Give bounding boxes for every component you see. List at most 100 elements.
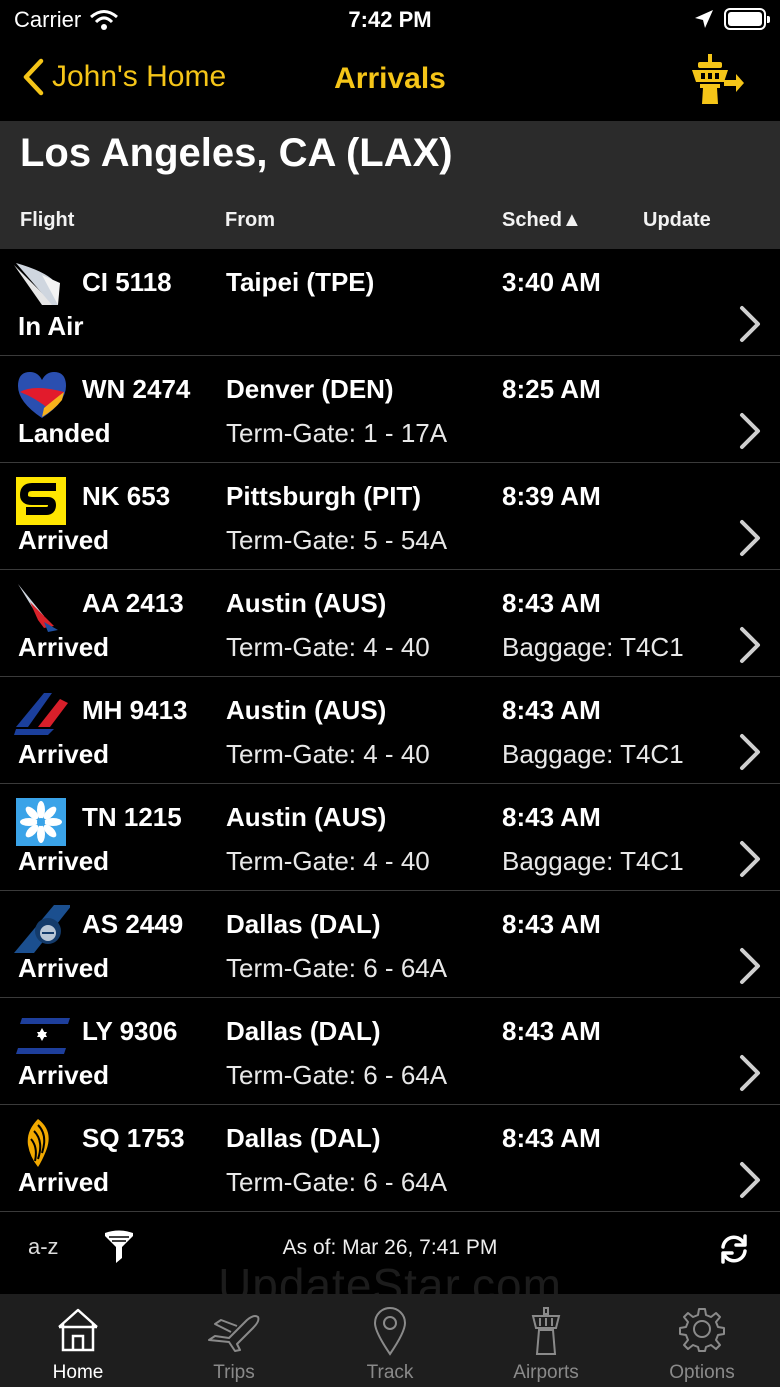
flight-list: CI 5118 In Air Taipei (TPE) 3:40 AM WN 2…: [0, 249, 780, 1212]
tab-bar: Home Trips Track Airports Options: [0, 1294, 780, 1387]
flight-row[interactable]: LY 9306 Arrived Dallas (DAL) Term-Gate: …: [0, 998, 780, 1105]
flight-row[interactable]: NK 653 Arrived Pittsburgh (PIT) Term-Gat…: [0, 463, 780, 570]
status-bar: Carrier 7:42 PM: [0, 0, 780, 40]
baggage-claim: Baggage: T4C1: [502, 846, 684, 876]
chevron-right-icon: [740, 948, 760, 984]
scheduled-time: 8:25 AM: [502, 374, 601, 404]
terminal-gate: Term-Gate: 6 - 64A: [226, 1060, 448, 1090]
american-airlines-logo-icon: [14, 582, 70, 634]
gear-icon: [679, 1308, 725, 1352]
flight-row[interactable]: WN 2474 Landed Denver (DEN) Term-Gate: 1…: [0, 356, 780, 463]
tab-trips[interactable]: Trips: [156, 1294, 312, 1387]
flight-status: Arrived: [18, 953, 110, 983]
flight-row[interactable]: SQ 1753 Arrived Dallas (DAL) Term-Gate: …: [0, 1105, 780, 1212]
flight-row[interactable]: CI 5118 In Air Taipei (TPE) 3:40 AM: [0, 249, 780, 356]
map-pin-icon: [373, 1307, 407, 1356]
tab-label: Home: [52, 1362, 104, 1383]
tower-arrivals-button[interactable]: [688, 52, 744, 111]
tab-label: Airports: [513, 1362, 579, 1383]
flight-status: Landed: [18, 418, 111, 448]
singapore-airlines-logo-icon: [14, 1117, 70, 1169]
flight-row[interactable]: MH 9413 Arrived Austin (AUS) Term-Gate: …: [0, 677, 780, 784]
home-icon: [58, 1308, 98, 1352]
scheduled-time: 8:43 AM: [502, 909, 601, 939]
flight-number: TN 1215: [82, 802, 182, 832]
terminal-gate: Term-Gate: 5 - 54A: [226, 525, 448, 555]
scheduled-time: 8:39 AM: [502, 481, 601, 511]
chevron-right-icon: [740, 520, 760, 556]
flight-status: Arrived: [18, 739, 110, 769]
chevron-right-icon: [740, 841, 760, 877]
baggage-claim: Baggage: T4C1: [502, 739, 684, 769]
el-al-logo-icon: [14, 1010, 70, 1062]
scheduled-time: 8:43 AM: [502, 588, 601, 618]
control-tower-icon: [692, 54, 744, 104]
tab-track[interactable]: Track: [312, 1294, 468, 1387]
scheduled-time: 8:43 AM: [502, 802, 601, 832]
flight-origin: Denver (DEN): [226, 374, 394, 404]
tab-label: Options: [669, 1362, 735, 1383]
column-header-from[interactable]: From: [225, 209, 275, 232]
flight-origin: Dallas (DAL): [226, 909, 381, 939]
flight-row[interactable]: AS 2449 Arrived Dallas (DAL) Term-Gate: …: [0, 891, 780, 998]
tab-label: Trips: [213, 1362, 255, 1383]
flight-number: LY 9306: [82, 1016, 178, 1046]
tower-icon: [531, 1307, 561, 1355]
column-header-flight[interactable]: Flight: [20, 209, 74, 232]
flight-origin: Austin (AUS): [226, 802, 387, 832]
chevron-right-icon: [740, 1162, 760, 1198]
terminal-gate: Term-Gate: 1 - 17A: [226, 418, 448, 448]
flight-number: AA 2413: [82, 588, 184, 618]
column-header-update[interactable]: Update: [643, 209, 711, 232]
flight-origin: Taipei (TPE): [226, 267, 375, 297]
scheduled-time: 8:43 AM: [502, 1123, 601, 1153]
status-time: 7:42 PM: [348, 7, 432, 32]
flight-row[interactable]: TN 1215 Arrived Austin (AUS) Term-Gate: …: [0, 784, 780, 891]
tunisair-logo-icon: [14, 796, 70, 848]
tab-options[interactable]: Options: [624, 1294, 780, 1387]
southwest-logo-icon: [14, 368, 70, 420]
flight-number: NK 653: [82, 481, 171, 511]
flight-status: In Air: [18, 311, 84, 341]
terminal-gate: Term-Gate: 6 - 64A: [226, 953, 448, 983]
china-airlines-logo-icon: [14, 261, 70, 313]
chevron-right-icon: [740, 306, 760, 342]
baggage-claim: Baggage: T4C1: [502, 632, 684, 662]
scheduled-time: 8:43 AM: [502, 1016, 601, 1046]
spirit-logo-icon: [14, 475, 70, 527]
tab-airports[interactable]: Airports: [468, 1294, 624, 1387]
flight-status: Arrived: [18, 632, 110, 662]
flight-row[interactable]: AA 2413 Arrived Austin (AUS) Term-Gate: …: [0, 570, 780, 677]
status-right: [694, 8, 770, 30]
terminal-gate: Term-Gate: 4 - 40: [226, 632, 430, 662]
flight-status: Arrived: [18, 525, 110, 555]
airport-header: Los Angeles, CA (LAX) Flight From Sched▲…: [0, 121, 780, 249]
page-title: Arrivals: [334, 62, 446, 95]
alaska-airlines-logo-icon: [14, 903, 72, 955]
battery-icon: [724, 8, 770, 30]
plane-icon: [208, 1315, 260, 1352]
column-header-sched[interactable]: Sched▲: [502, 209, 582, 232]
flight-status: Arrived: [18, 846, 110, 876]
flight-status: Arrived: [18, 1167, 110, 1197]
tab-label: Track: [366, 1362, 414, 1383]
scheduled-time: 3:40 AM: [502, 267, 601, 297]
scheduled-time: 8:43 AM: [502, 695, 601, 725]
flight-number: CI 5118: [82, 267, 172, 297]
malaysia-airlines-logo-icon: [14, 689, 70, 741]
tab-home[interactable]: Home: [0, 1294, 156, 1387]
flight-origin: Austin (AUS): [226, 588, 387, 618]
flight-status: Arrived: [18, 1060, 110, 1090]
nav-bar: John's Home Arrivals: [0, 40, 780, 120]
flight-number: AS 2449: [82, 909, 184, 939]
flight-origin: Dallas (DAL): [226, 1123, 381, 1153]
chevron-right-icon: [740, 413, 760, 449]
chevron-right-icon: [740, 1055, 760, 1091]
terminal-gate: Term-Gate: 4 - 40: [226, 739, 430, 769]
chevron-right-icon: [740, 627, 760, 663]
last-updated: As of: Mar 26, 7:41 PM: [282, 1236, 498, 1259]
flight-number: MH 9413: [82, 695, 188, 725]
airport-title: Los Angeles, CA (LAX): [20, 131, 453, 175]
terminal-gate: Term-Gate: 6 - 64A: [226, 1167, 448, 1197]
terminal-gate: Term-Gate: 4 - 40: [226, 846, 430, 876]
